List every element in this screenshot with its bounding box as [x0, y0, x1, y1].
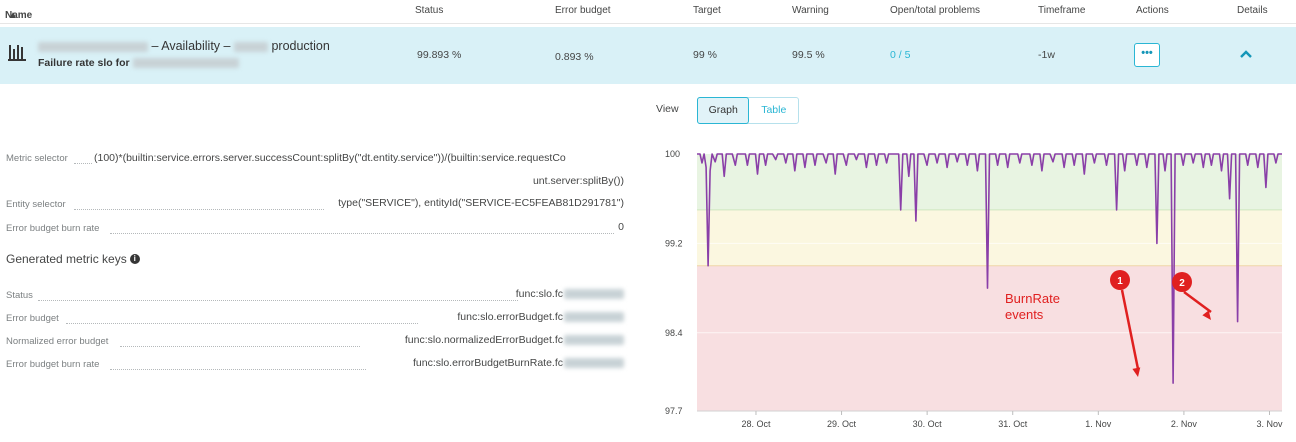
slo-bar-icon [8, 43, 26, 61]
target-value: 99 % [693, 49, 717, 61]
annotation-text-line1: BurnRate [1005, 291, 1060, 306]
redacted-text [132, 58, 239, 69]
divider-dots [66, 323, 418, 324]
error-budget-value: 0.893 % [555, 51, 594, 63]
annotation-marker-label: 1 [1117, 276, 1123, 287]
info-icon[interactable]: i [129, 254, 140, 264]
divider-dots [120, 346, 360, 347]
annotation-marker-label: 2 [1179, 278, 1185, 289]
threshold-zone-2 [697, 265, 1282, 411]
problems-link[interactable]: 0 / 5 [890, 49, 910, 61]
key-value-normalized-error-budget: func:slo.normalizedErrorBudget.fc [330, 334, 624, 346]
redacted-text [564, 312, 624, 323]
x-tick-label: 30. Oct [913, 419, 943, 429]
metric-selector-label: Metric selector [6, 153, 68, 164]
divider-dots [74, 163, 92, 164]
warning-value: 99.5 % [792, 49, 825, 61]
column-header-target[interactable]: Target [693, 5, 721, 16]
chevron-up-icon[interactable] [1238, 47, 1254, 61]
key-label-error-budget: Error budget [6, 313, 59, 324]
x-tick-label: 2. Nov [1171, 419, 1198, 429]
timeframe-value: -1w [1038, 49, 1055, 61]
table-tab[interactable]: Table [749, 98, 798, 123]
x-axis-ticks: 28. Oct 29. Oct 30. Oct 31. Oct 1. Nov 2. Nov… [741, 411, 1283, 429]
annotation-text-line2: events [1005, 307, 1044, 322]
sort-ascending-icon: ▲ [8, 10, 18, 21]
x-tick-label: 1. Nov [1085, 419, 1112, 429]
x-tick-label: 28. Oct [741, 419, 771, 429]
key-label-burn-rate: Error budget burn rate [6, 359, 100, 370]
x-tick-label: 29. Oct [827, 419, 857, 429]
y-tick-label: 100 [665, 149, 680, 159]
view-toggle: Graph Table [697, 97, 799, 124]
x-tick-label: 31. Oct [998, 419, 1028, 429]
key-label-status: Status [6, 290, 33, 301]
redacted-text [38, 41, 148, 52]
slo-row[interactable]: – Availability – production Failure rate… [0, 27, 1296, 84]
column-header-details: Details [1237, 5, 1268, 16]
entity-selector-value: type("SERVICE"), entityId("SERVICE-EC5FE… [338, 197, 624, 209]
column-header-status[interactable]: Status [415, 5, 443, 16]
column-header-timeframe[interactable]: Timeframe [1038, 5, 1085, 16]
x-tick-label: 3. Nov [1256, 419, 1283, 429]
metric-selector-value: (100)*(builtin:service.errors.server.suc… [94, 152, 566, 164]
status-value: 99.893 % [417, 49, 462, 61]
burn-rate-label: Error budget burn rate [6, 223, 100, 234]
threshold-zone-1 [697, 209, 1282, 266]
key-value-status: func:slo.fc [470, 288, 624, 300]
column-header-error-budget[interactable]: Error budget [555, 5, 611, 16]
table-header: Name ▲ Status Error budget Target Warning… [0, 0, 1296, 24]
slo-chart: 100 99.2 98.4 97.7 28. Oct 29. Oct 30. Oct 31.… [665, 149, 1283, 429]
column-header-warning[interactable]: Warning [792, 5, 829, 16]
generated-metric-keys-title: Generated metric keys i [6, 252, 140, 266]
divider-dots [110, 369, 366, 370]
divider-dots [74, 209, 324, 210]
key-value-burn-rate: func:slo.errorBudgetBurnRate.fc [330, 357, 624, 369]
divider-dots [110, 233, 614, 234]
column-header-actions: Actions [1136, 5, 1169, 16]
y-tick-label: 99.2 [665, 238, 683, 248]
key-label-normalized-error-budget: Normalized error budget [6, 336, 109, 347]
slo-title: – Availability – production [38, 39, 330, 53]
graph-tab[interactable]: Graph [697, 97, 750, 124]
entity-selector-label: Entity selector [6, 199, 66, 210]
redacted-text [564, 335, 624, 346]
y-axis-ticks: 100 99.2 98.4 97.7 [665, 149, 683, 416]
metric-selector-value-cont: unt.server:splitBy()) [532, 175, 624, 187]
column-header-problems[interactable]: Open/total problems [890, 5, 980, 16]
divider-dots [38, 300, 518, 301]
actions-menu-button[interactable]: ••• [1134, 43, 1160, 67]
redacted-text [564, 289, 624, 300]
redacted-text [564, 358, 624, 369]
slo-subtitle: Failure rate slo for [38, 57, 239, 69]
view-label: View [656, 103, 679, 115]
burn-rate-value: 0 [618, 221, 624, 233]
y-tick-label: 97.7 [665, 406, 683, 416]
key-value-error-budget: func:slo.errorBudget.fc [380, 311, 624, 323]
y-tick-label: 98.4 [665, 328, 683, 338]
redacted-text [233, 41, 268, 52]
